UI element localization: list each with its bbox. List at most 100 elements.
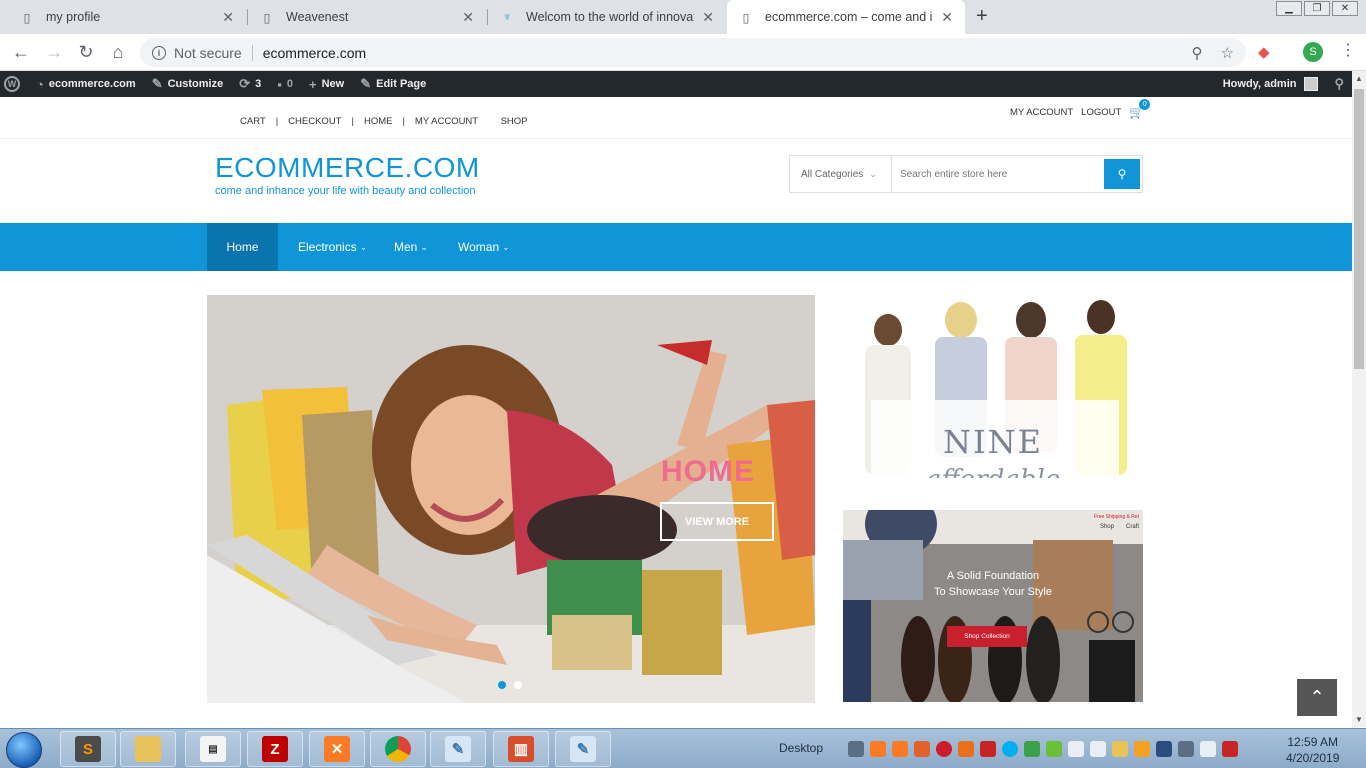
new-tab-button[interactable]: + xyxy=(976,5,988,28)
device-tray-icon[interactable] xyxy=(1090,741,1106,757)
admin-comments-link[interactable]: ▪ 0 xyxy=(277,77,293,92)
info-icon[interactable]: i xyxy=(152,45,166,60)
nav-item-label: Home xyxy=(226,240,259,254)
cart-icon[interactable]: 🛒 0 xyxy=(1129,99,1151,119)
signal-icon[interactable] xyxy=(848,741,864,757)
close-icon[interactable]: ✕ xyxy=(462,9,474,26)
promo-banner-shoes[interactable]: Free Shipping & Ret Shop Craft A Solid F… xyxy=(843,510,1143,702)
admin-customize-link[interactable]: ✎ Customize xyxy=(152,76,224,92)
shop-collection-button[interactable]: Shop Collection xyxy=(947,626,1027,647)
scroll-thumb[interactable] xyxy=(1354,89,1364,369)
taskbar-xampp[interactable]: ✕ xyxy=(309,731,365,767)
hero-slider[interactable]: HOME VIEW MORE xyxy=(207,295,815,703)
taskbar-explorer[interactable] xyxy=(120,731,176,767)
zoom-icon[interactable]: ⚲ xyxy=(1192,44,1203,62)
tab-weavenest[interactable]: ▯ Weavenest ✕ xyxy=(248,0,486,34)
search-input[interactable] xyxy=(892,156,1104,192)
taskbar-paint[interactable]: ✎ xyxy=(430,731,486,767)
admin-site-link[interactable]: ◔ ecommerce.com xyxy=(36,77,136,92)
firefox-tray-icon[interactable] xyxy=(914,741,930,757)
view-more-button[interactable]: VIEW MORE xyxy=(660,502,774,541)
nav-item-woman[interactable]: Woman ⌄ xyxy=(458,223,510,271)
toplink-cart[interactable]: CART xyxy=(232,116,274,127)
antivirus-tray-icon[interactable] xyxy=(980,741,996,757)
tab-title: ecommerce.com – come and inh xyxy=(765,10,934,24)
toplink-my-account[interactable]: MY ACCOUNT xyxy=(407,116,486,127)
address-bar[interactable]: i Not secure ecommerce.com ⚲ ☆ xyxy=(140,38,1246,67)
skype-tray-icon[interactable] xyxy=(1002,741,1018,757)
network-tray-icon[interactable] xyxy=(1024,741,1040,757)
admin-new-link[interactable]: + New xyxy=(309,77,344,92)
close-window-button[interactable]: ✕ xyxy=(1332,1,1358,16)
close-icon[interactable]: ✕ xyxy=(702,9,714,26)
slider-dot-2[interactable] xyxy=(514,681,522,689)
flag-tray-icon[interactable] xyxy=(1134,741,1150,757)
minimize-button[interactable]: ▁ xyxy=(1276,1,1302,16)
my-account-link[interactable]: MY ACCOUNT xyxy=(1010,107,1073,118)
taskbar-chrome[interactable] xyxy=(370,731,426,767)
opera-tray-icon[interactable] xyxy=(936,741,952,757)
restore-button[interactable]: ❐ xyxy=(1304,1,1330,16)
extension-icon[interactable]: ◆ xyxy=(1258,43,1270,61)
banner-subtitle: affordable xyxy=(843,465,1143,478)
category-select[interactable]: All Categories ⌄ xyxy=(790,156,892,192)
search-button[interactable]: ⚲ xyxy=(1104,159,1140,189)
scroll-down-arrow-icon[interactable]: ▼ xyxy=(1355,715,1363,724)
xampp-icon: ✕ xyxy=(324,736,350,762)
close-icon[interactable]: ✕ xyxy=(222,9,234,26)
admin-updates-link[interactable]: ⟳ 3 xyxy=(239,76,261,92)
nav-item-electronics[interactable]: Electronics ⌄ xyxy=(298,223,367,271)
howdy-user[interactable]: Howdy, admin xyxy=(1223,78,1297,90)
toplink-checkout[interactable]: CHECKOUT xyxy=(280,116,349,127)
taskbar-sublime[interactable]: S xyxy=(60,731,116,767)
wordpress-logo-icon[interactable]: W xyxy=(4,76,20,92)
url-text[interactable]: ecommerce.com xyxy=(263,45,366,61)
tab-ecommerce[interactable]: ▯ ecommerce.com – come and inh ✕ xyxy=(727,0,965,34)
admin-edit-page-link[interactable]: ✎ Edit Page xyxy=(360,76,426,92)
scroll-up-arrow-icon[interactable]: ▲ xyxy=(1355,74,1363,83)
display-tray-icon[interactable] xyxy=(1178,741,1194,757)
logout-link[interactable]: LOGOUT xyxy=(1081,107,1121,118)
forward-button[interactable]: → xyxy=(43,42,65,63)
xampp-tray-icon[interactable] xyxy=(870,741,886,757)
tab-innovation[interactable]: ♆ Welcom to the world of innovatio ✕ xyxy=(488,0,726,34)
site-logo[interactable]: ECOMMERCE.COM xyxy=(215,152,480,184)
system-tray xyxy=(848,741,1238,757)
taskbar-filezilla[interactable]: Z xyxy=(247,731,303,767)
home-button[interactable]: ⌂ xyxy=(107,42,129,63)
banner-shoes-image xyxy=(843,510,1143,702)
system-clock[interactable]: 12:59 AM 4/20/2019 xyxy=(1286,734,1339,766)
pencil-icon: ✎ xyxy=(360,76,372,91)
admin-avatar[interactable] xyxy=(1304,77,1319,91)
close-icon[interactable]: ✕ xyxy=(941,9,953,26)
nav-item-home[interactable]: Home xyxy=(207,223,278,271)
nav-item-men[interactable]: Men ⌄ xyxy=(394,223,428,271)
start-button[interactable] xyxy=(6,732,42,768)
browser-menu-icon[interactable]: ⋮ xyxy=(1340,40,1356,60)
ucbrowser-tray-icon[interactable] xyxy=(958,741,974,757)
promo-banner-fashion[interactable]: NINE affordable xyxy=(843,295,1143,478)
monitor-tray-icon[interactable] xyxy=(1156,741,1172,757)
profile-avatar[interactable]: S xyxy=(1303,42,1323,62)
slider-dot-1[interactable] xyxy=(498,681,506,689)
paint-icon: ✎ xyxy=(570,736,596,762)
pdf-tray-icon[interactable] xyxy=(1222,741,1238,757)
back-button[interactable]: ← xyxy=(10,42,32,63)
action-center-icon[interactable] xyxy=(1200,741,1216,757)
xampp-tray-icon[interactable] xyxy=(892,741,908,757)
volume-icon[interactable] xyxy=(1068,741,1084,757)
paint-tray-icon[interactable] xyxy=(1112,741,1128,757)
taskbar-paint-2[interactable]: ✎ xyxy=(555,731,611,767)
bookmark-star-icon[interactable]: ☆ xyxy=(1221,44,1234,62)
toplink-home[interactable]: HOME xyxy=(356,116,401,127)
page-scrollbar[interactable]: ▲ ▼ xyxy=(1352,71,1366,727)
taskbar-app[interactable]: ▥ xyxy=(493,731,549,767)
utorrent-tray-icon[interactable] xyxy=(1046,741,1062,757)
scroll-to-top-button[interactable]: ⌃ xyxy=(1297,679,1337,716)
toplink-shop[interactable]: SHOP xyxy=(493,116,536,127)
reload-button[interactable]: ↻ xyxy=(75,42,97,63)
tab-my-profile[interactable]: ▯ my profile ✕ xyxy=(8,0,246,34)
taskbar-notepad[interactable]: ▤ xyxy=(185,731,241,767)
desktop-toolbar-label[interactable]: Desktop xyxy=(779,741,823,755)
search-icon[interactable]: ⚲ xyxy=(1334,76,1344,92)
